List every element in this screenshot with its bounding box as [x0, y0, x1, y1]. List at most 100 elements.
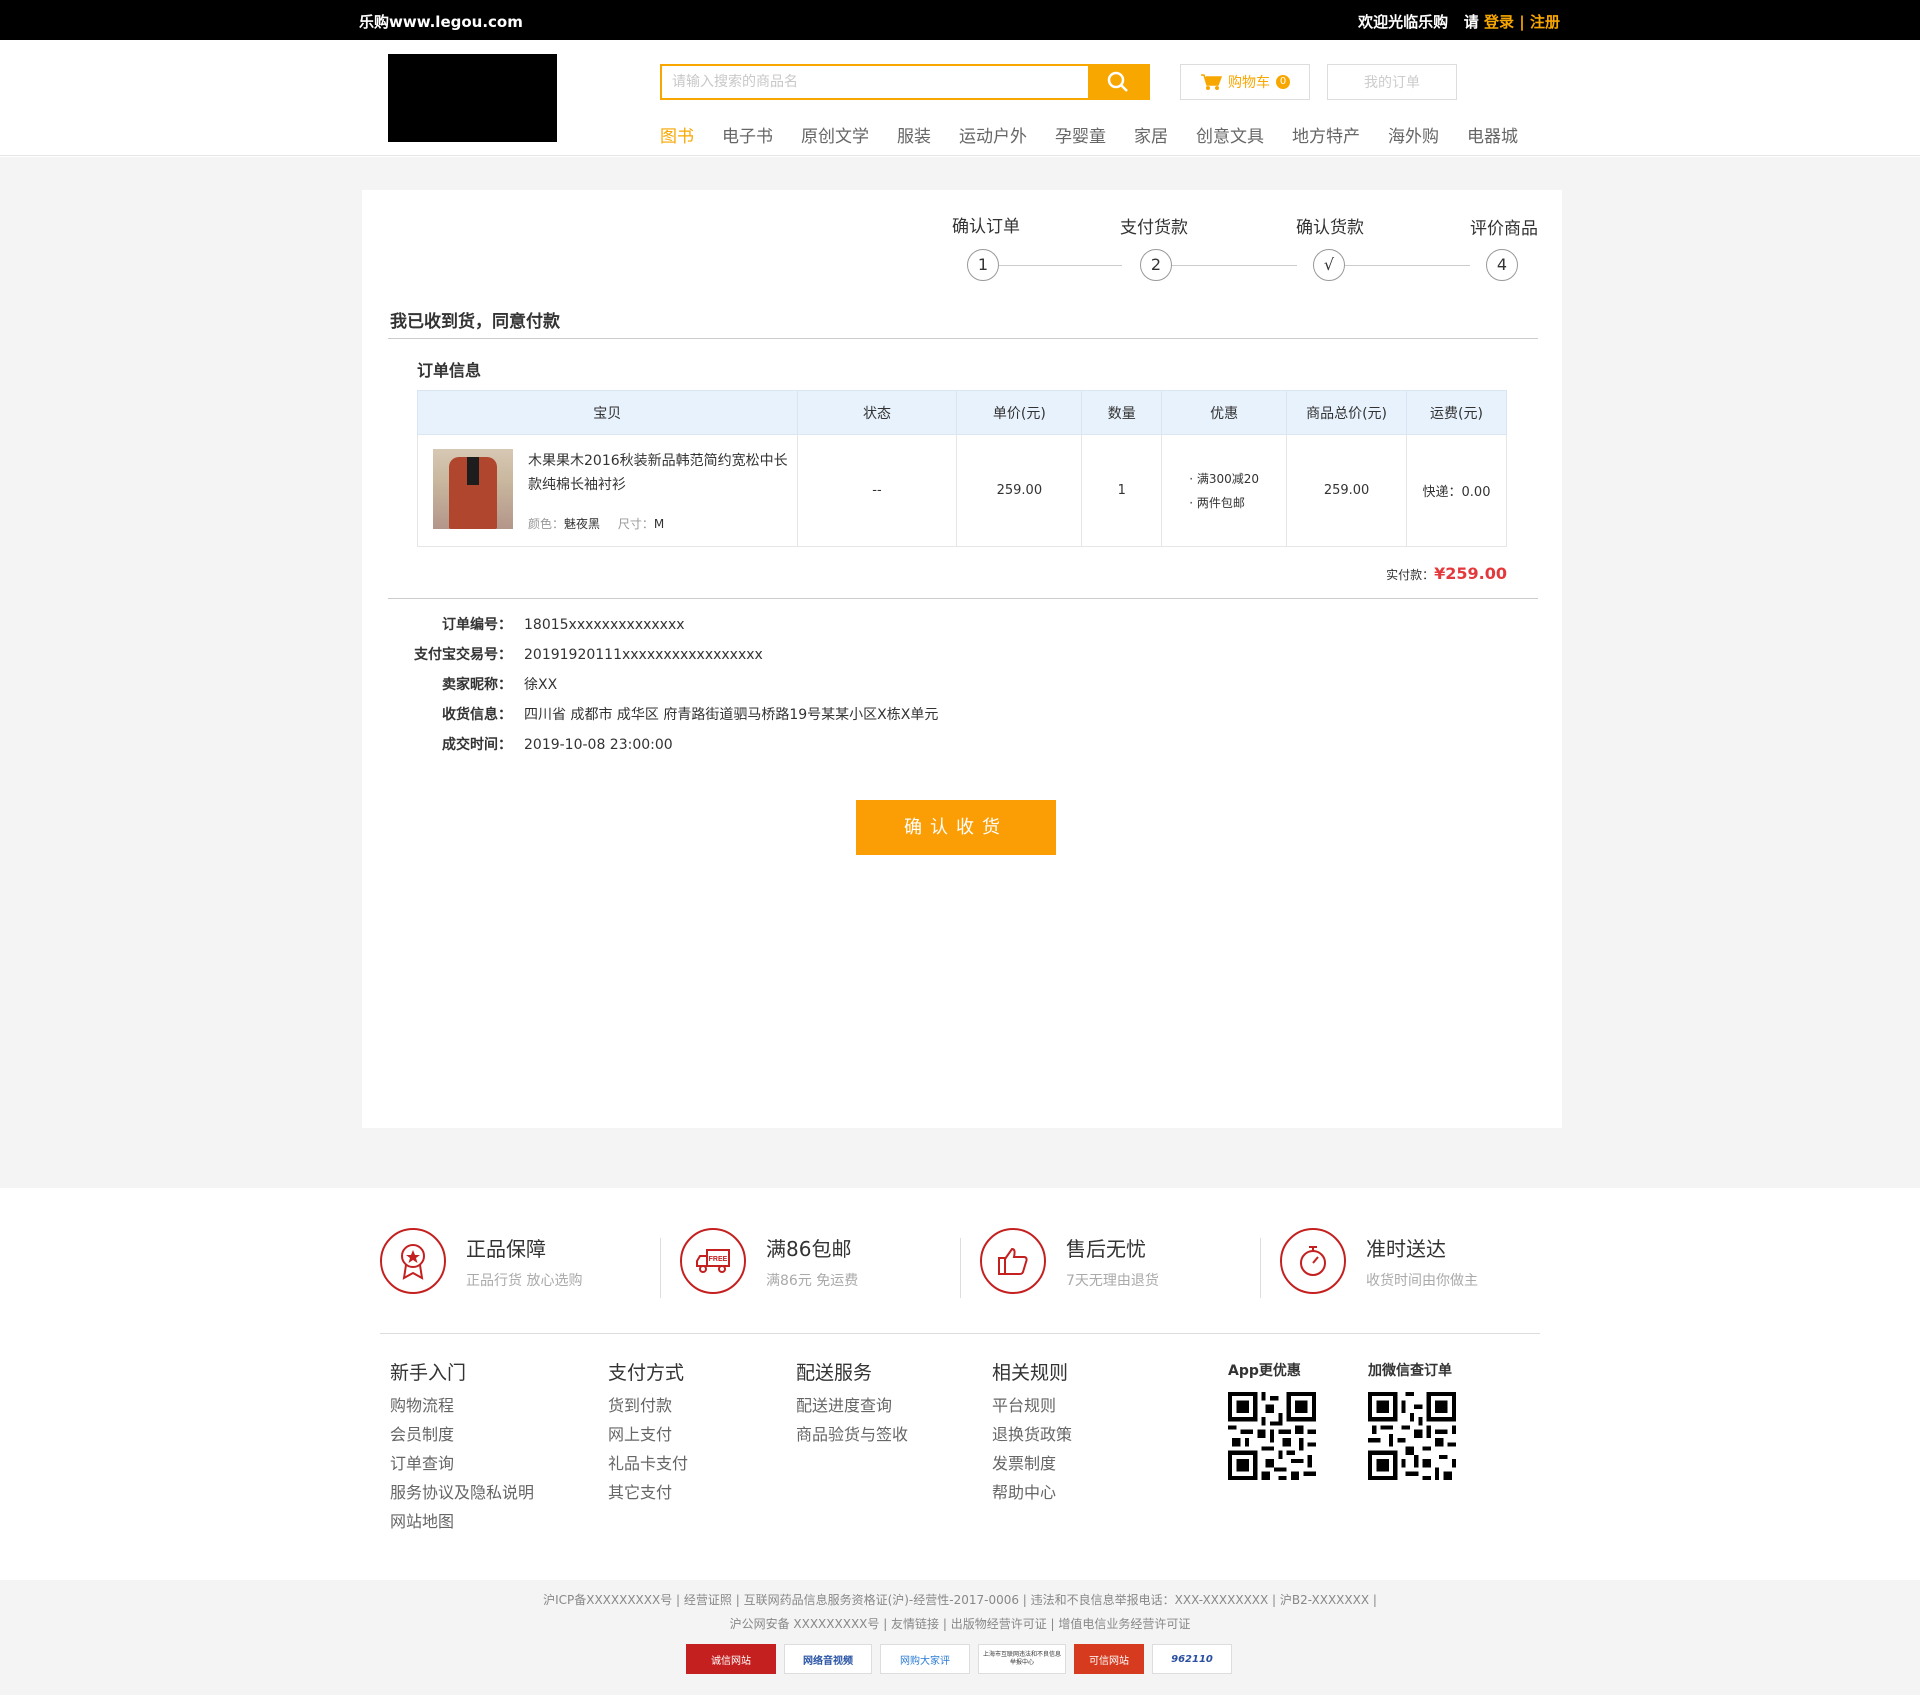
footer-link[interactable]: 发票制度 [992, 1449, 1072, 1478]
footer-link[interactable]: 商品验货与签收 [796, 1420, 908, 1449]
footer-link[interactable]: 网上支付 [608, 1420, 688, 1449]
divider [380, 1333, 1540, 1334]
search-input[interactable] [662, 66, 1087, 98]
footer-link[interactable]: 帮助中心 [992, 1478, 1072, 1507]
svg-text:FREE: FREE [709, 1256, 728, 1263]
register-link[interactable]: 注册 [1530, 13, 1560, 31]
nav-item-stationery[interactable]: 创意文具 [1196, 122, 1264, 147]
divider [960, 1238, 961, 1298]
footer-link[interactable]: 礼品卡支付 [608, 1449, 688, 1478]
color-label: 颜色： [528, 517, 565, 531]
footer-col-beginner: 新手入门 购物流程 会员制度 订单查询 服务协议及隐私说明 网站地图 [390, 1358, 534, 1536]
nav-item-books[interactable]: 图书 [660, 122, 694, 147]
site-name[interactable]: 乐购www.legou.com [359, 11, 523, 32]
detail-row-address: 收货信息： 四川省 成都市 成华区 府青路街道驷马桥路19号某某小区X栋X单元 [407, 700, 938, 730]
trust-badge[interactable]: 上海市互联网违法和不良信息举报中心 [978, 1644, 1066, 1674]
detail-value: 徐XX [524, 677, 558, 693]
trust-badge[interactable]: 网络音视频 [784, 1644, 872, 1674]
qr-code-wechat[interactable] [1368, 1392, 1456, 1480]
footer-link[interactable]: 货到付款 [608, 1391, 688, 1420]
trust-badge[interactable]: 网购大家评 [880, 1644, 970, 1674]
table-row: 木果果木2016秋装新品韩范简约宽松中长款纯棉长袖衬衫 颜色：魅夜黑 尺寸：M … [417, 434, 1507, 547]
detail-row-alipay-no: 支付宝交易号： 20191920111xxxxxxxxxxxxxxxxx [407, 640, 938, 670]
login-link[interactable]: 登录 [1484, 13, 1514, 31]
footer-link[interactable]: 退换货政策 [992, 1420, 1072, 1449]
cart-button[interactable]: 购物车 0 [1180, 64, 1310, 100]
nav-item-appliances[interactable]: 电器城 [1467, 122, 1518, 147]
legal-footer: 沪ICP备XXXXXXXXX号 | 经营证照 | 互联网药品信息服务资格证(沪)… [0, 1580, 1920, 1695]
confirm-receipt-button[interactable]: 确认收货 [856, 800, 1056, 855]
col-header-shipping: 运费(元) [1406, 390, 1507, 435]
footer-link[interactable]: 服务协议及隐私说明 [390, 1478, 534, 1507]
footer-link[interactable]: 其它支付 [608, 1478, 688, 1507]
step-connector [982, 265, 1122, 266]
promo-line: · 满300减20 [1189, 471, 1260, 486]
footer-link[interactable]: 订单查询 [390, 1449, 534, 1478]
search-button[interactable] [1088, 66, 1148, 98]
feature-sub: 收货时间由你做主 [1366, 1272, 1478, 1289]
feature-title: 售后无忧 [1066, 1236, 1146, 1261]
footer-col-title: 支付方式 [608, 1362, 685, 1384]
feature-on-time: 准时送达收货时间由你做主 [1280, 1228, 1478, 1294]
top-bar: 乐购www.legou.com 欢迎光临乐购 请 登录 | 注册 [0, 0, 1920, 40]
step-circle-2: 2 [1140, 249, 1172, 281]
nav-item-home[interactable]: 家居 [1134, 122, 1168, 147]
qr-title: 加微信查订单 [1368, 1363, 1452, 1379]
footer-link[interactable]: 购物流程 [390, 1391, 534, 1420]
product-image[interactable] [433, 449, 513, 529]
stopwatch-icon [1280, 1228, 1346, 1294]
divider [1260, 1238, 1261, 1298]
size-label: 尺寸： [617, 517, 654, 531]
footer-col-delivery: 配送服务 配送进度查询 商品验货与签收 [796, 1358, 908, 1449]
nav-item-baby[interactable]: 孕婴童 [1055, 122, 1106, 147]
detail-key: 收货信息： [442, 707, 512, 723]
footer-link[interactable]: 平台规则 [992, 1391, 1072, 1420]
nav-item-clothing[interactable]: 服装 [897, 122, 931, 147]
step-label-confirm-order: 确认订单 [952, 217, 1020, 237]
divider [388, 338, 1538, 339]
qr-code-app[interactable] [1228, 1392, 1316, 1480]
logo[interactable] [388, 54, 557, 142]
discount-cell: · 满300减20 · 两件包邮 [1161, 434, 1288, 547]
free-truck-icon: FREE [680, 1228, 746, 1294]
feature-title: 满86包邮 [766, 1236, 852, 1261]
paid-amount: 实付款：¥259.00 [1386, 564, 1507, 583]
order-table: 宝贝 状态 单价(元) 数量 优惠 商品总价(元) 运费(元) 木果果木2016… [417, 390, 1507, 547]
footer-col-title: 新手入门 [390, 1362, 467, 1384]
paid-value: ¥259.00 [1434, 564, 1507, 583]
search-icon [1107, 71, 1128, 92]
detail-value: 18015xxxxxxxxxxxxxx [524, 617, 685, 633]
paid-label: 实付款： [1386, 568, 1435, 582]
my-orders-button[interactable]: 我的订单 [1327, 64, 1457, 100]
legal-line: 沪公网安备 XXXXXXXXX号 | 友情链接 | 出版物经营许可证 | 增值电… [729, 1617, 1191, 1631]
status-cell: -- [796, 434, 958, 547]
footer-link[interactable]: 会员制度 [390, 1420, 534, 1449]
detail-value: 四川省 成都市 成华区 府青路街道驷马桥路19号某某小区X栋X单元 [524, 707, 939, 723]
col-header-status: 状态 [796, 390, 958, 435]
product-name[interactable]: 木果果木2016秋装新品韩范简约宽松中长款纯棉长袖衬衫 [528, 449, 788, 497]
feature-title: 准时送达 [1366, 1236, 1446, 1261]
nav-item-local[interactable]: 地方特产 [1292, 122, 1360, 147]
nav-item-overseas[interactable]: 海外购 [1388, 122, 1439, 147]
feature-title: 正品保障 [466, 1236, 546, 1261]
footer-link[interactable]: 网站地图 [390, 1507, 534, 1536]
trust-badge[interactable]: 962110 [1152, 1644, 1232, 1674]
trust-badge[interactable]: 诚信网站 [686, 1644, 776, 1674]
detail-value: 2019-10-08 23:00:00 [524, 737, 673, 753]
nav-item-sports[interactable]: 运动户外 [959, 122, 1027, 147]
feature-genuine: 正品保障 正品行货 放心选购 [380, 1228, 582, 1294]
step-circle-1: 1 [967, 249, 999, 281]
qr-app: App更优惠 [1228, 1360, 1316, 1484]
col-header-discount: 优惠 [1161, 390, 1288, 435]
nav-item-ebooks[interactable]: 电子书 [722, 122, 773, 147]
cart-icon [1201, 74, 1222, 90]
detail-key: 订单编号： [442, 617, 512, 633]
footer-link[interactable]: 配送进度查询 [796, 1391, 908, 1420]
divider [660, 1238, 661, 1298]
trust-badge[interactable]: 可信网站 [1074, 1644, 1144, 1674]
trust-badges: 诚信网站 网络音视频 网购大家评 上海市互联网违法和不良信息举报中心 可信网站 … [686, 1644, 1232, 1674]
qr-title: App更优惠 [1228, 1363, 1301, 1379]
qty-cell: 1 [1081, 434, 1163, 547]
col-header-price: 单价(元) [956, 390, 1083, 435]
nav-item-original-lit[interactable]: 原创文学 [801, 122, 869, 147]
